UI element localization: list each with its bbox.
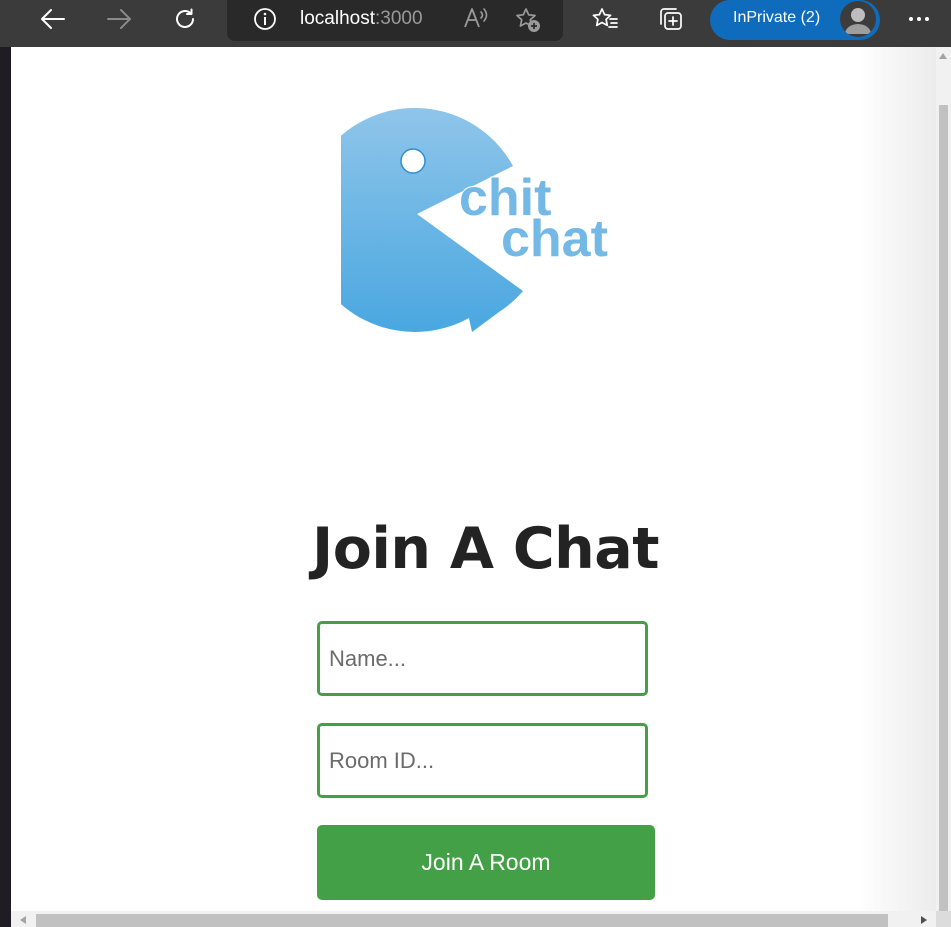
url-port: :3000 — [375, 8, 423, 29]
join-room-button[interactable]: Join A Room — [317, 825, 655, 900]
address-bar[interactable]: localhost:3000 — [227, 0, 563, 41]
vertical-scrollbar[interactable] — [936, 47, 951, 927]
scroll-up-icon[interactable] — [939, 53, 947, 59]
url-host: localhost — [300, 8, 375, 29]
page-title: Join A Chat — [312, 516, 659, 582]
logo-graphic: chit chat — [302, 107, 609, 332]
info-icon[interactable] — [253, 7, 277, 36]
logo-text-chat: chat — [501, 210, 608, 268]
horizontal-scroll-thumb[interactable] — [36, 914, 888, 927]
more-button[interactable] — [900, 0, 938, 38]
back-button[interactable] — [34, 0, 72, 38]
forward-button[interactable] — [100, 0, 138, 38]
inprivate-label: InPrivate (2) — [733, 9, 821, 26]
scroll-left-icon[interactable] — [20, 916, 26, 924]
window-edge — [0, 47, 11, 927]
room-id-input[interactable] — [317, 723, 648, 798]
page-viewport: chit chat Join A Chat Join A Room — [11, 47, 936, 911]
horizontal-scrollbar[interactable] — [11, 911, 936, 927]
read-aloud-icon[interactable] — [463, 6, 489, 35]
vertical-scroll-thumb[interactable] — [939, 105, 948, 927]
collections-button[interactable] — [652, 0, 690, 38]
browser-window: localhost:3000 InPrivate (2) chit chat J… — [0, 0, 951, 927]
more-icon — [908, 16, 930, 22]
collections-icon — [657, 5, 685, 33]
add-favorite-icon[interactable] — [514, 6, 542, 39]
favorites-icon — [591, 6, 619, 32]
refresh-icon — [173, 7, 197, 31]
avatar — [840, 1, 876, 37]
url-text[interactable]: localhost:3000 — [300, 7, 423, 31]
browser-toolbar: localhost:3000 InPrivate (2) — [0, 0, 951, 47]
viewport-edge-shade — [856, 47, 936, 911]
scroll-right-icon[interactable] — [921, 916, 927, 924]
name-input[interactable] — [317, 621, 648, 696]
logo-eye — [400, 148, 426, 174]
back-icon — [40, 8, 66, 30]
scrollbar-corner — [936, 911, 951, 927]
chitchat-logo: chit chat — [302, 104, 631, 344]
forward-icon — [106, 8, 132, 30]
inprivate-profile-button[interactable]: InPrivate (2) — [710, 0, 880, 40]
favorites-button[interactable] — [586, 0, 624, 38]
refresh-button[interactable] — [166, 0, 204, 38]
